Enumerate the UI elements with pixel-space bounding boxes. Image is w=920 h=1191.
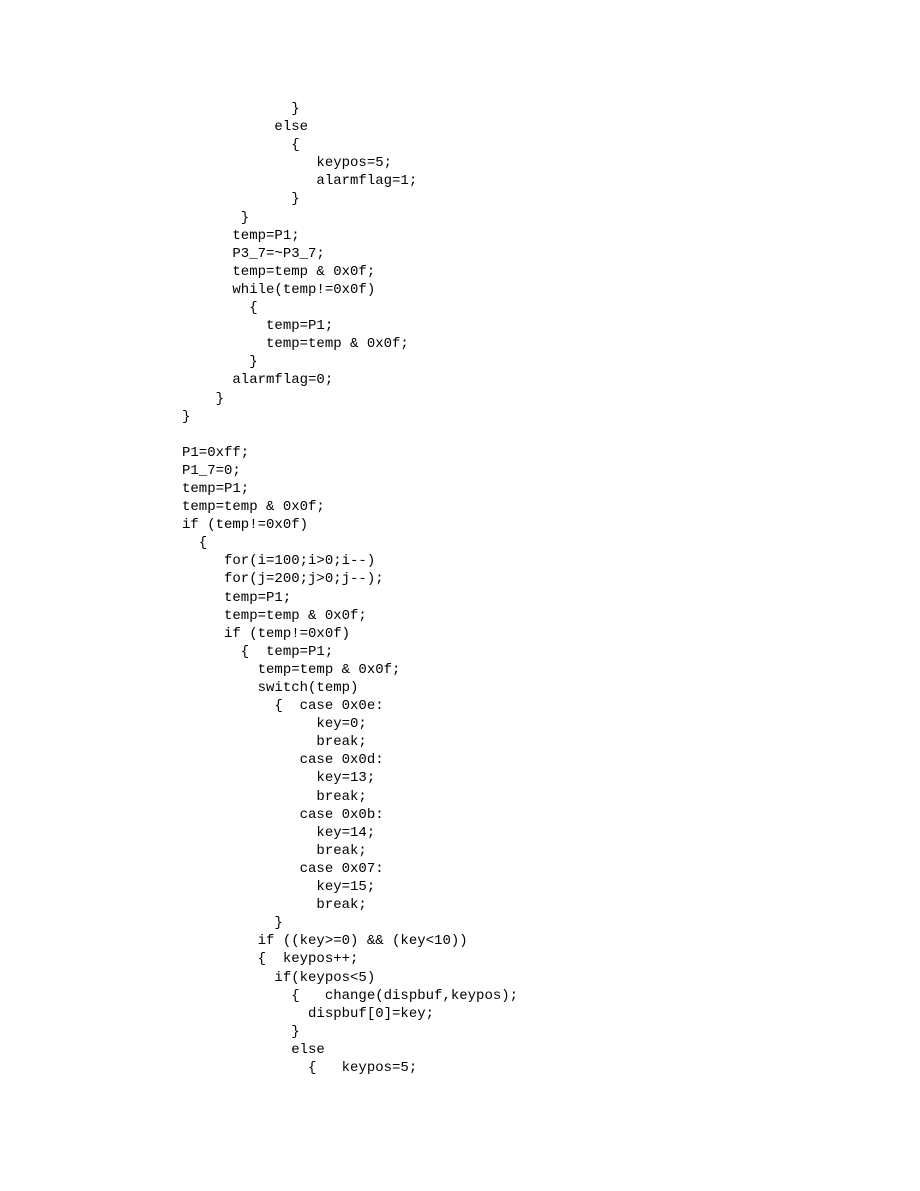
document-page: } else { keypos=5; alarmflag=1; } } temp…: [0, 0, 920, 1077]
code-block: } else { keypos=5; alarmflag=1; } } temp…: [182, 100, 840, 1077]
